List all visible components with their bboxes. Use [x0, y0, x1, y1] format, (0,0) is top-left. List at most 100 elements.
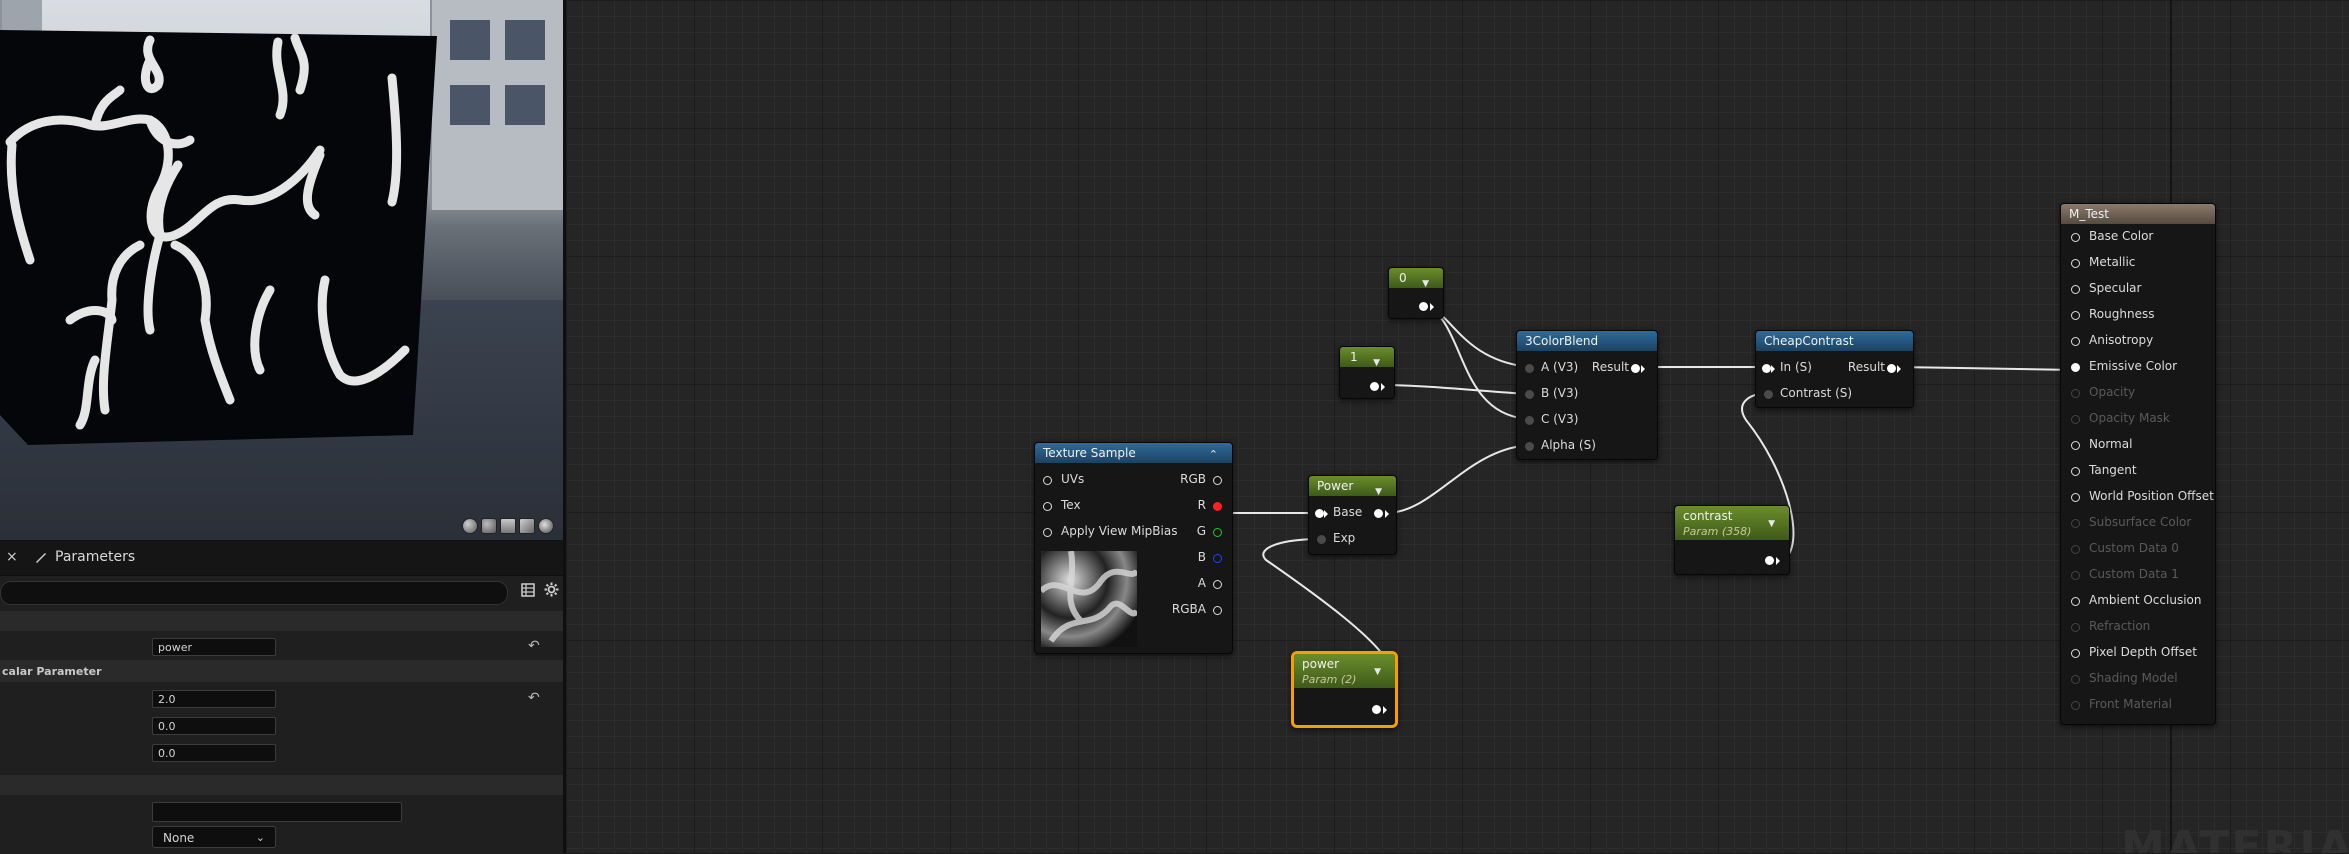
- b-input-pin[interactable]: [1525, 390, 1534, 399]
- in-input-pin[interactable]: [1762, 364, 1771, 373]
- material-pin-label: Specular: [2089, 281, 2142, 295]
- pin-label: Alpha (S): [1541, 438, 1596, 452]
- material-input-pin[interactable]: [2071, 623, 2080, 632]
- material-input-pin[interactable]: [2071, 493, 2080, 502]
- r-output-pin[interactable]: [1213, 502, 1222, 511]
- reset-to-default-icon[interactable]: ↶: [528, 690, 540, 706]
- material-pin-label: Shading Model: [2089, 671, 2178, 685]
- material-pin-label: Tangent: [2089, 463, 2137, 477]
- material-input-pin[interactable]: [2071, 415, 2080, 424]
- contrast-input-pin[interactable]: [1764, 390, 1773, 399]
- material-input-pin[interactable]: [2071, 649, 2080, 658]
- node-subtitle: Param (2): [1302, 673, 1357, 686]
- node-header: 1 ▼: [1340, 347, 1394, 368]
- custom-mesh-preview-icon[interactable]: [538, 518, 554, 534]
- reset-to-default-icon[interactable]: ↶: [528, 638, 540, 654]
- cheap-contrast-node[interactable]: CheapContrast In (S) Contrast (S) Result: [1755, 330, 1914, 408]
- default-value-field[interactable]: 2.0: [152, 690, 276, 708]
- material-input-pin[interactable]: [2071, 337, 2080, 346]
- material-input-pin[interactable]: [2071, 441, 2080, 450]
- constant-node-0[interactable]: 0 ▼: [1388, 267, 1444, 319]
- node-title: Texture Sample: [1043, 446, 1136, 460]
- uvs-input-pin[interactable]: [1043, 476, 1052, 485]
- contrast-parameter-node[interactable]: contrast Param (358) ▼: [1674, 505, 1790, 575]
- settings-gear-icon[interactable]: [540, 581, 562, 603]
- collapse-chevron-icon[interactable]: ▼: [1373, 353, 1380, 373]
- pin-label: C (V3): [1541, 412, 1579, 426]
- material-input-pin[interactable]: [2071, 259, 2080, 268]
- sphere-preview-icon[interactable]: [462, 518, 478, 534]
- result-output-pin[interactable]: [1887, 364, 1896, 373]
- output-pin[interactable]: [1370, 382, 1379, 391]
- parameters-group-header: [0, 775, 564, 795]
- material-input-pin[interactable]: [2071, 363, 2080, 372]
- a-output-pin[interactable]: [1213, 580, 1222, 589]
- material-input-pin[interactable]: [2071, 701, 2080, 710]
- slider-min-field[interactable]: 0.0: [152, 717, 276, 735]
- collapse-chevron-icon[interactable]: ▼: [1374, 665, 1381, 680]
- material-input-pin[interactable]: [2071, 311, 2080, 320]
- tab-parameters[interactable]: Parameters: [34, 549, 135, 565]
- material-pin-label: Emissive Color: [2089, 359, 2178, 373]
- output-arrow-icon: [1641, 365, 1645, 373]
- parameters-search-input[interactable]: [0, 581, 508, 605]
- collapse-chevron-icon[interactable]: ▼: [1422, 274, 1429, 294]
- output-pin[interactable]: [1419, 302, 1428, 311]
- exp-input-pin[interactable]: [1317, 535, 1326, 544]
- parameter-name-field[interactable]: power: [152, 638, 276, 656]
- material-input-pin[interactable]: [2071, 597, 2080, 606]
- material-graph-canvas[interactable]: MATERIAL 0 ▼ 1 ▼ T: [566, 0, 2349, 853]
- b-output-pin[interactable]: [1213, 554, 1222, 563]
- sort-priority-dropdown[interactable]: None ⌄: [152, 826, 276, 848]
- rgba-output-pin[interactable]: [1213, 606, 1222, 615]
- a-input-pin[interactable]: [1525, 364, 1534, 373]
- output-pin[interactable]: [1372, 705, 1381, 714]
- cube-preview-icon[interactable]: [519, 518, 535, 534]
- alpha-input-pin[interactable]: [1525, 442, 1534, 451]
- tex-input-pin[interactable]: [1043, 502, 1052, 511]
- group-name-field[interactable]: [152, 802, 402, 822]
- material-input-pin[interactable]: [2071, 285, 2080, 294]
- output-pin[interactable]: [1765, 556, 1774, 565]
- three-color-blend-node[interactable]: 3ColorBlend A (V3) B (V3) C (V3) Alpha (…: [1516, 330, 1658, 460]
- material-input-pin[interactable]: [2071, 519, 2080, 528]
- output-pin[interactable]: [1374, 509, 1383, 518]
- pin-label: R: [1197, 498, 1206, 512]
- material-input-pin[interactable]: [2071, 233, 2080, 242]
- parameter-row: 0.0: [0, 740, 564, 766]
- node-title: 1: [1350, 350, 1358, 364]
- plane-preview-icon[interactable]: [500, 518, 516, 534]
- wire-const0-to-c: [1423, 304, 1530, 420]
- mipbias-input-pin[interactable]: [1043, 528, 1052, 537]
- material-pin-label: Subsurface Color: [2089, 515, 2192, 529]
- collapse-chevron-icon[interactable]: ▼: [1768, 517, 1775, 532]
- rgb-output-pin[interactable]: [1213, 476, 1222, 485]
- material-input-pin[interactable]: [2071, 571, 2080, 580]
- pin-label: In (S): [1780, 360, 1812, 374]
- power-node[interactable]: Power ▼ Base Exp: [1308, 475, 1397, 555]
- constant-node-1[interactable]: 1 ▼: [1339, 346, 1395, 399]
- preview-mesh: [0, 30, 437, 445]
- material-input-pin[interactable]: [2071, 467, 2080, 476]
- c-input-pin[interactable]: [1525, 416, 1534, 425]
- power-parameter-node[interactable]: power Param (2) ▼: [1291, 651, 1398, 728]
- result-output-pin[interactable]: [1631, 364, 1640, 373]
- collapse-chevron-icon[interactable]: ▼: [1375, 482, 1382, 502]
- material-pin-label: Normal: [2089, 437, 2133, 451]
- preview-viewport[interactable]: [0, 0, 564, 540]
- texture-sample-node[interactable]: Texture Sample ⌃ UVs Tex Apply View MipB…: [1034, 442, 1233, 654]
- slider-max-field[interactable]: 0.0: [152, 744, 276, 762]
- collapse-chevron-icon[interactable]: ⌃: [1209, 445, 1218, 465]
- g-output-pin[interactable]: [1213, 528, 1222, 537]
- building-window: [450, 20, 490, 60]
- base-input-pin[interactable]: [1315, 509, 1324, 518]
- output-arrow-icon: [1430, 303, 1434, 311]
- material-input-pin[interactable]: [2071, 389, 2080, 398]
- pin-label: Contrast (S): [1780, 386, 1853, 400]
- material-input-pin[interactable]: [2071, 675, 2080, 684]
- close-tab-icon[interactable]: ×: [6, 549, 18, 565]
- cylinder-preview-icon[interactable]: [481, 518, 497, 534]
- material-input-pin[interactable]: [2071, 545, 2080, 554]
- table-view-icon[interactable]: [517, 581, 539, 603]
- material-output-node[interactable]: M_Test Base Color Metallic Specular Roughne…: [2060, 203, 2216, 725]
